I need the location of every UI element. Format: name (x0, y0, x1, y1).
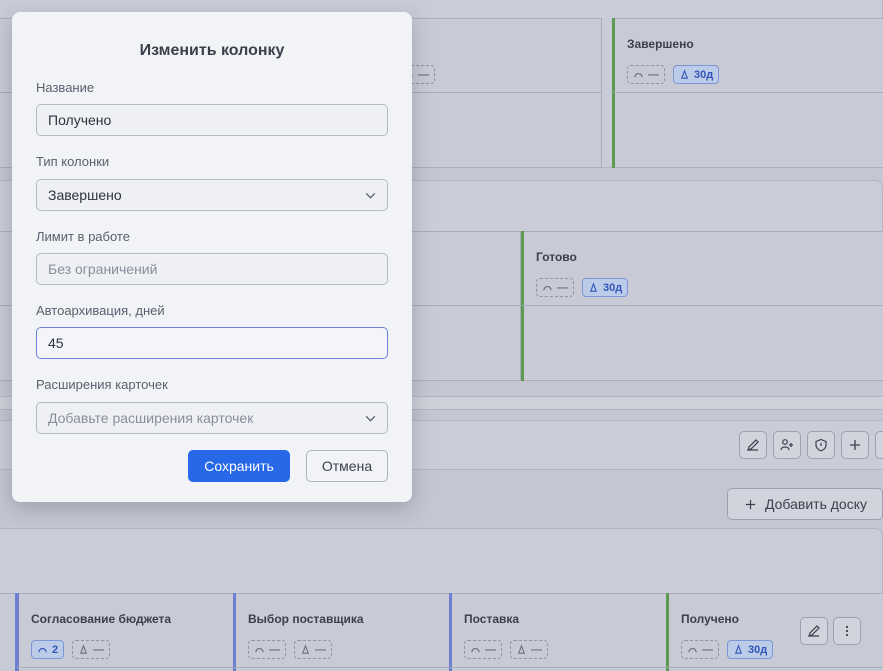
wip-limit-chip[interactable]: — (464, 640, 502, 659)
gauge-icon (255, 647, 264, 653)
card-extensions-label: Расширения карточек (36, 377, 168, 392)
board-bottom: Согласование бюджета 2 — Выбор поставщик… (0, 528, 883, 671)
column-type-select[interactable]: Завершено (36, 179, 388, 211)
add-column-button[interactable] (841, 431, 869, 459)
pencil-icon (808, 625, 820, 637)
archive-icon (734, 644, 743, 654)
auto-archive-chip[interactable]: — (72, 640, 111, 659)
archive-icon (589, 282, 598, 292)
add-member-button[interactable] (773, 431, 801, 459)
cancel-button[interactable]: Отмена (306, 450, 388, 482)
wip-limit-chip[interactable]: — (536, 278, 574, 297)
board-column-delivery[interactable]: Поставка — — (449, 593, 667, 671)
name-input[interactable]: Получено (36, 104, 388, 136)
chevron-down-icon (365, 192, 376, 199)
archive-icon (80, 644, 88, 654)
add-user-icon (780, 439, 793, 451)
permissions-button[interactable] (807, 431, 835, 459)
gauge-icon (634, 72, 643, 78)
archive-icon (517, 644, 526, 654)
column-title: Готово (536, 250, 577, 264)
plus-icon (850, 440, 860, 450)
board-column-received[interactable]: Получено — 30д (666, 593, 883, 671)
wip-limit-chip[interactable]: — (248, 640, 286, 659)
wip-limit-chip[interactable]: — (681, 640, 719, 659)
column-title: Выбор поставщика (248, 612, 364, 626)
board-column-supplier[interactable]: Выбор поставщика — — (233, 593, 451, 671)
plus-icon (745, 499, 756, 509)
name-label: Название (36, 80, 95, 95)
edit-column-button[interactable] (800, 617, 828, 645)
add-board-button[interactable]: Добавить доску (727, 488, 883, 520)
auto-archive-chip[interactable]: — (294, 640, 332, 659)
column-menu-button[interactable] (833, 617, 861, 645)
edit-column-dialog: Изменить колонку Название Получено Тип к… (12, 12, 412, 502)
auto-archive-chip[interactable]: 30д (582, 278, 629, 297)
gauge-icon (688, 647, 697, 653)
gauge-icon (543, 285, 552, 291)
wip-limit-chip[interactable]: 2 (31, 640, 65, 659)
more-vertical-icon (845, 625, 849, 637)
card-extensions-select[interactable]: Добавьте расширения карточек (36, 402, 388, 434)
more-toolbar-button[interactable] (875, 431, 883, 459)
archive-icon (301, 644, 310, 654)
auto-archive-chip[interactable]: — (510, 640, 548, 659)
pencil-icon (747, 439, 759, 451)
gauge-icon (38, 647, 47, 653)
column-title: Поставка (464, 612, 520, 626)
board-column-budget[interactable]: Согласование бюджета 2 — (16, 593, 235, 671)
gauge-icon (471, 647, 480, 653)
chevron-down-icon (365, 415, 376, 422)
auto-archive-chip[interactable]: 30д (673, 65, 720, 84)
column-title: Получено (681, 612, 740, 626)
column-title: Завершено (627, 37, 694, 51)
archive-icon (680, 69, 689, 79)
save-button[interactable]: Сохранить (188, 450, 290, 482)
wip-limit-input[interactable]: Без ограничений (36, 253, 388, 285)
auto-archive-label: Автоархивация, дней (36, 303, 165, 318)
wip-limit-label: Лимит в работе (36, 229, 130, 244)
wip-limit-chip[interactable]: — (627, 65, 665, 84)
column-title: Согласование бюджета (31, 612, 172, 626)
board-column-ready[interactable]: Готово — 30д (521, 231, 883, 381)
shield-icon (815, 438, 827, 452)
board-column-done[interactable]: Завершено — 30д (612, 18, 883, 168)
auto-archive-chip[interactable]: 30д (727, 640, 774, 659)
dialog-title: Изменить колонку (139, 42, 285, 59)
edit-board-button[interactable] (739, 431, 767, 459)
column-type-label: Тип колонки (36, 154, 110, 169)
auto-archive-input[interactable]: 45 (36, 327, 388, 359)
